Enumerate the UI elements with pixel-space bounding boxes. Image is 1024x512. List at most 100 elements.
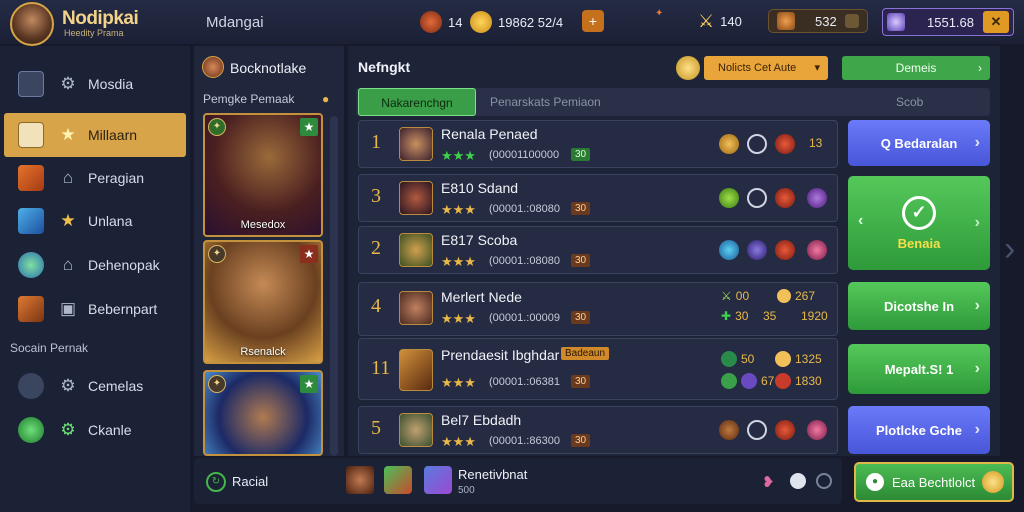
compass-icon	[18, 373, 44, 399]
heart-icon[interactable]: ❥	[762, 473, 775, 491]
hero-portrait	[399, 127, 433, 161]
coin-icon	[777, 289, 791, 303]
ranking-row[interactable]: 4 Merlert Nede ★★★ (00001.:00009 30 ⚔ 00 …	[358, 282, 838, 336]
tab-nakarenchgn[interactable]: Nakarenchgn	[358, 88, 476, 116]
sidebar-item-bebernpart[interactable]: ▣ Bebernpart	[4, 287, 186, 331]
energy-icon	[420, 11, 442, 33]
sword-icon: ⚔	[698, 11, 715, 31]
star-icon: ★	[300, 375, 318, 393]
swords-icon: ⚔	[721, 289, 732, 303]
sidebar-item-ckanle[interactable]: ⚙ Ckanle	[4, 408, 186, 452]
ranking-row[interactable]: 5 Bel7 Ebdadh ★★★ (00001.:86300 30	[358, 406, 838, 454]
rating-stars: ★★★	[441, 254, 476, 269]
potion-icon	[775, 188, 795, 208]
bottom-player-name: Renetivbnat	[458, 467, 528, 482]
leaf-icon: ✚	[721, 309, 732, 323]
coin-icon: ●	[322, 92, 330, 106]
sidebar-item-unlana[interactable]: ★ Unlana	[4, 199, 186, 243]
leaf-icon	[721, 373, 737, 389]
smiley-icon	[982, 471, 1004, 493]
chat-icon: ●	[866, 473, 884, 491]
orb-icon	[18, 252, 44, 278]
scroll-icon	[18, 165, 44, 191]
chevron-right-icon: ›	[974, 134, 980, 151]
featured-action-button[interactable]: ✓ Benaia ‹ ›	[848, 176, 990, 270]
action-button[interactable]: Q Bedaralan ›	[848, 120, 990, 166]
page-next-arrow[interactable]: ›	[1004, 230, 1015, 269]
potion-icon	[775, 240, 795, 260]
ranking-row[interactable]: 1 Renala Penaed ★★★ (00001100000 30 13	[358, 120, 838, 168]
star-icon: ★	[300, 118, 318, 136]
rating-stars: ★★★	[441, 202, 476, 217]
green-action-button[interactable]: Demeis ›	[842, 56, 990, 80]
party-member-avatar[interactable]	[424, 466, 452, 494]
action-button[interactable]: Mepalt.S! 1 ›	[848, 344, 990, 394]
resource-gems[interactable]: 532	[768, 9, 868, 33]
refresh-icon[interactable]: ↻	[206, 472, 226, 492]
gem-icon	[777, 12, 795, 30]
crystal-icon	[887, 13, 905, 31]
tab-scob[interactable]: Scob	[896, 88, 956, 116]
resource-energy: 14	[420, 11, 462, 33]
settings-icon[interactable]	[790, 473, 806, 489]
water-icon	[719, 240, 739, 260]
house-icon: ⌂	[62, 255, 74, 274]
gear-icon: ⚙	[60, 376, 76, 395]
leaf-icon	[721, 351, 737, 367]
chevron-left-icon[interactable]: ‹	[858, 212, 863, 230]
rating-stars: ★★★	[441, 375, 476, 390]
ranking-row[interactable]: 2 E817 Scoba ★★★ (00001.:08080 30	[358, 226, 838, 274]
hero-panel-title: Bocknotlake	[230, 60, 307, 76]
tab-penarskats[interactable]: Penarskats Pemiaon	[490, 88, 650, 116]
star-icon: ★	[60, 211, 76, 230]
sidebar-item-dehenopak[interactable]: ⌂ Dehenopak	[4, 243, 186, 287]
chevron-down-icon: ▾	[814, 62, 820, 74]
premium-box[interactable]: 1551.68 ✕	[882, 8, 1014, 36]
hero-portrait	[399, 181, 433, 215]
clock-icon[interactable]	[816, 473, 832, 489]
sidebar-item-millaarn[interactable]: ★ Millaarn	[4, 113, 186, 157]
potion-icon	[775, 420, 795, 440]
hero-card[interactable]: ✦ ★	[203, 370, 323, 456]
chevron-right-icon: ›	[974, 297, 980, 314]
chest-icon	[18, 122, 44, 148]
tab-bar: Nakarenchgn Penarskats Pemiaon Scob	[356, 88, 990, 116]
star-icon: ★	[60, 125, 76, 144]
smiley-coin-icon	[470, 11, 492, 33]
hero-scrollbar[interactable]	[330, 116, 338, 456]
bottom-player-sub: 500	[458, 485, 475, 496]
party-member-avatar[interactable]	[384, 466, 412, 494]
leaf-icon	[719, 188, 739, 208]
action-button[interactable]: Dicotshe In ›	[848, 282, 990, 330]
coin-icon	[775, 351, 791, 367]
bottom-label: Racial	[232, 474, 269, 489]
check-icon: ✓	[902, 195, 936, 230]
player-name: Mdangai	[206, 14, 264, 31]
ranking-row[interactable]: 11 Prendaesit Ibghdar Badeaun ★★★ (00001…	[358, 338, 838, 400]
sidebar-item-mosdia[interactable]: ⚙ Mosdia	[4, 62, 186, 106]
shield-icon	[719, 420, 739, 440]
sidebar-item-peragian[interactable]: ⌂ Peragian	[4, 156, 186, 200]
rating-stars: ★★★	[441, 311, 476, 326]
hero-portrait	[399, 413, 433, 447]
hero-card[interactable]: ✦ ★ Mesedox	[203, 113, 323, 237]
hero-panel-subtitle: Pemgke Pemaak	[203, 92, 295, 106]
chevron-right-icon: ›	[978, 61, 982, 75]
action-button[interactable]: Plotlcke Gche ›	[848, 406, 990, 454]
sidebar-item-cemelas[interactable]: ⚙ Cemelas	[4, 364, 186, 408]
potion-icon	[775, 373, 791, 389]
hero-card[interactable]: ✦ ★ Rsenalck	[203, 240, 323, 364]
element-icon: ✦	[208, 118, 226, 136]
player-avatar[interactable]	[10, 2, 54, 46]
star-icon: ★	[300, 245, 318, 263]
add-gold-button[interactable]: +	[582, 10, 604, 32]
blade-icon	[18, 208, 44, 234]
cta-button[interactable]: ● Eaa Bechtlolct	[854, 462, 1014, 502]
party-member-avatar[interactable]	[346, 466, 374, 494]
close-icon[interactable]: ✕	[983, 11, 1009, 33]
filter-dropdown[interactable]: Nolicts Cet Aute ▾	[704, 56, 828, 80]
ranking-row[interactable]: 3 E810 Sdand ★★★ (00001.:08080 30	[358, 174, 838, 222]
logo-title: Nodipkai	[62, 8, 139, 29]
rating-stars: ★★★	[441, 434, 476, 449]
chevron-right-icon[interactable]: ›	[975, 214, 980, 232]
